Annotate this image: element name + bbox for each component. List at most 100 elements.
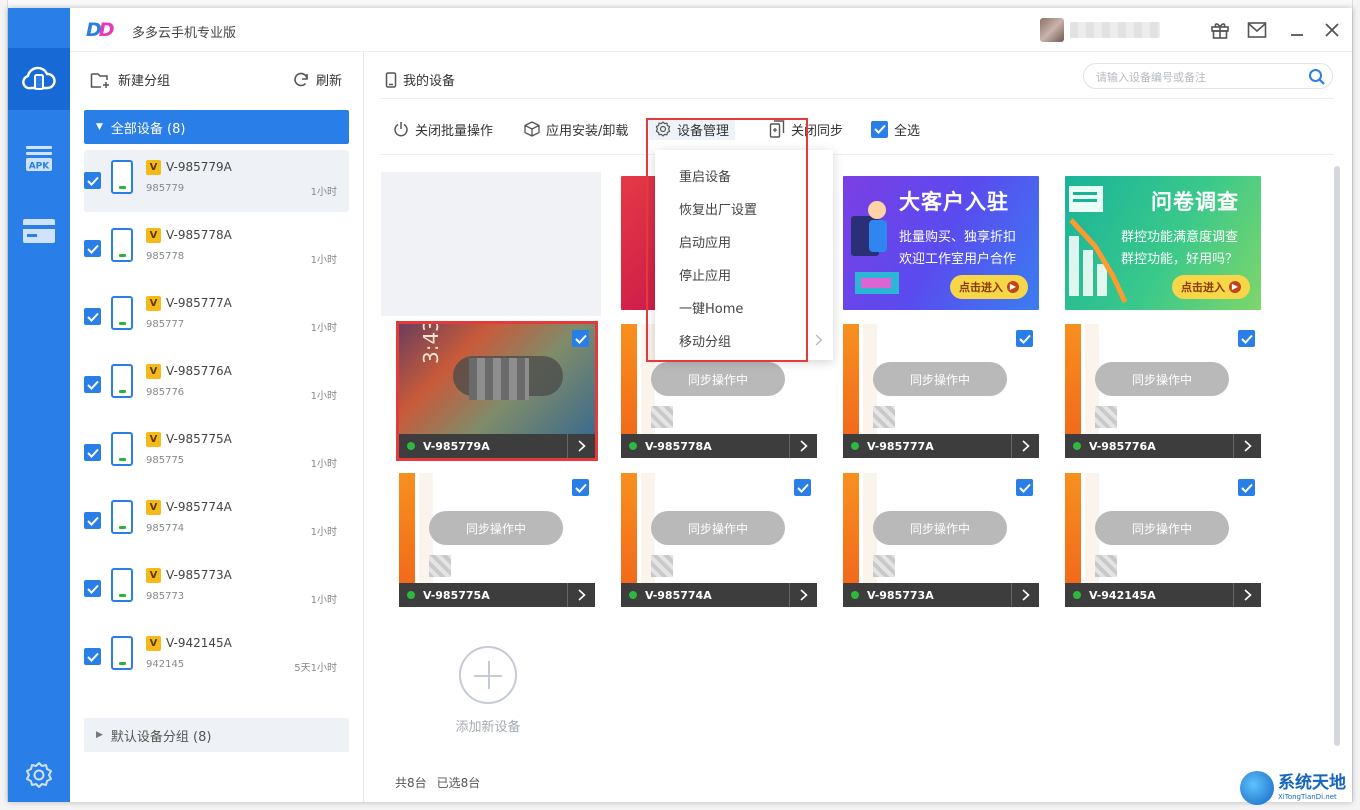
check-icon <box>86 244 99 254</box>
app-install-button[interactable]: 应用安装/卸载 <box>524 118 628 140</box>
tile-checkbox[interactable] <box>1238 330 1255 347</box>
device-manage-button[interactable]: 设备管理 <box>649 118 736 140</box>
device-screen[interactable]: 3:43 <box>399 324 595 434</box>
tile-checkbox[interactable] <box>572 479 589 496</box>
select-all-checkbox[interactable]: 全选 <box>871 118 920 140</box>
tile-checkbox[interactable] <box>572 330 589 347</box>
device-screen[interactable]: 同步操作中 <box>1065 324 1261 434</box>
group-all-devices[interactable]: ▼ 全部设备 (8) <box>84 110 349 144</box>
ad-illustration <box>851 201 899 294</box>
tile-checkbox[interactable] <box>1238 479 1255 496</box>
rail-settings[interactable] <box>8 744 70 802</box>
device-row[interactable]: V V-985775A 985775 1小时 <box>84 422 349 484</box>
menu-item-factory-reset[interactable]: 恢复出厂设置 <box>679 199 757 218</box>
device-tile[interactable]: 3:43 V-985779A <box>396 321 598 461</box>
device-tile[interactable]: 同步操作中 V-985774A <box>621 473 817 607</box>
open-device-button[interactable] <box>1233 434 1261 458</box>
chevron-right-icon <box>577 589 586 601</box>
phone-icon <box>111 160 133 194</box>
menu-item-move-group[interactable]: 移动分组 <box>679 331 731 350</box>
device-tile[interactable]: 同步操作中 V-985776A <box>1065 324 1261 458</box>
rail-card[interactable] <box>8 200 70 262</box>
device-screen[interactable]: 同步操作中 <box>399 473 595 583</box>
open-device-button[interactable] <box>789 434 817 458</box>
device-row[interactable]: V V-985774A 985774 1小时 <box>84 490 349 552</box>
status-footer: 共8台 已选8台 <box>395 774 480 791</box>
device-row[interactable]: V V-942145A 942145 5天1小时 <box>84 626 349 688</box>
ad-enter-button[interactable]: 点击进入 ▶ <box>1172 275 1250 299</box>
minimize-button[interactable] <box>1287 20 1307 40</box>
device-name: V-985774A <box>166 500 232 514</box>
device-checkbox[interactable] <box>84 444 101 461</box>
group-default-devices[interactable]: ▶ 默认设备分组 (8) <box>84 718 349 752</box>
device-row[interactable]: V V-985776A 985776 1小时 <box>84 354 349 416</box>
online-dot <box>1073 442 1081 450</box>
close-batch-button[interactable]: 关闭批量操作 <box>393 118 493 140</box>
avatar[interactable] <box>1040 18 1064 42</box>
device-screen[interactable]: 同步操作中 <box>1065 473 1261 583</box>
device-checkbox[interactable] <box>84 308 101 325</box>
open-device-button[interactable] <box>789 583 817 607</box>
icon-rail: APK <box>8 8 70 802</box>
ad-banner-survey[interactable]: 问卷调查 群控功能满意度调查 群控功能，好用吗？ 点击进入 ▶ <box>1065 176 1261 310</box>
add-device-button[interactable]: 添加新设备 <box>443 646 533 735</box>
device-row[interactable]: V V-985773A 985773 1小时 <box>84 558 349 620</box>
device-checkbox[interactable] <box>84 240 101 257</box>
close-button[interactable] <box>1322 20 1342 40</box>
device-screen[interactable]: 同步操作中 <box>843 324 1039 434</box>
tile-checkbox[interactable] <box>794 479 811 496</box>
open-device-button[interactable] <box>1233 583 1261 607</box>
gift-icon <box>1211 23 1229 39</box>
ad-banner-vip[interactable]: 大客户入驻 批量购买、独享折扣 欢迎工作室用户合作 点击进入 ▶ <box>843 176 1039 310</box>
open-device-button[interactable] <box>1011 583 1039 607</box>
vertical-scrollbar[interactable] <box>1334 166 1340 746</box>
check-icon <box>86 516 99 526</box>
vip-badge: V <box>146 364 161 379</box>
gift-button[interactable] <box>1210 20 1230 40</box>
sync-status: 同步操作中 <box>873 511 1007 545</box>
open-device-button[interactable] <box>1011 434 1039 458</box>
app-install-label: 应用安装/卸载 <box>546 123 629 139</box>
device-screen[interactable]: 同步操作中 <box>843 473 1039 583</box>
check-icon <box>86 584 99 594</box>
menu-item-start-app[interactable]: 启动应用 <box>679 232 731 251</box>
check-icon <box>796 483 809 493</box>
menu-item-restart[interactable]: 重启设备 <box>679 166 731 185</box>
device-tile[interactable]: 同步操作中 V-985777A <box>843 324 1039 458</box>
device-row[interactable]: V V-985778A 985778 1小时 <box>84 218 349 280</box>
search-input[interactable] <box>1096 68 1296 86</box>
vip-badge: V <box>146 636 161 651</box>
mail-button[interactable] <box>1247 20 1267 40</box>
menu-item-stop-app[interactable]: 停止应用 <box>679 265 731 284</box>
open-device-button[interactable] <box>567 434 595 458</box>
check-icon <box>86 448 99 458</box>
open-device-button[interactable] <box>567 583 595 607</box>
search-icon[interactable] <box>1308 68 1326 86</box>
device-tile[interactable]: 同步操作中 V-942145A <box>1065 473 1261 607</box>
tile-name: V-985778A <box>645 439 712 453</box>
tile-footer: V-985776A <box>1065 434 1261 458</box>
device-checkbox[interactable] <box>84 580 101 597</box>
tile-checkbox[interactable] <box>1016 479 1033 496</box>
chevron-right-icon <box>815 334 823 346</box>
rail-cloud-phone[interactable] <box>8 48 70 110</box>
device-row[interactable]: V V-985779A 985779 1小时 <box>84 150 349 212</box>
tile-footer: V-985777A <box>843 434 1039 458</box>
refresh-button[interactable]: 刷新 <box>292 70 342 89</box>
device-tile[interactable]: 同步操作中 V-985775A <box>399 473 595 607</box>
device-checkbox[interactable] <box>84 172 101 189</box>
close-sync-button[interactable]: 关闭同步 <box>769 118 843 140</box>
device-tile[interactable]: 同步操作中 V-985773A <box>843 473 1039 607</box>
ad-enter-button[interactable]: 点击进入 ▶ <box>950 275 1028 299</box>
device-checkbox[interactable] <box>84 648 101 665</box>
device-checkbox[interactable] <box>84 376 101 393</box>
device-time: 1小时 <box>310 595 337 606</box>
menu-item-home[interactable]: 一键Home <box>679 298 743 317</box>
check-icon <box>86 652 99 662</box>
device-screen[interactable]: 同步操作中 <box>621 473 817 583</box>
tile-checkbox[interactable] <box>1016 330 1033 347</box>
device-row[interactable]: V V-985777A 985777 1小时 <box>84 286 349 348</box>
rail-apk[interactable]: APK <box>8 128 70 190</box>
device-checkbox[interactable] <box>84 512 101 529</box>
new-group-button[interactable]: 新建分组 <box>90 70 170 89</box>
